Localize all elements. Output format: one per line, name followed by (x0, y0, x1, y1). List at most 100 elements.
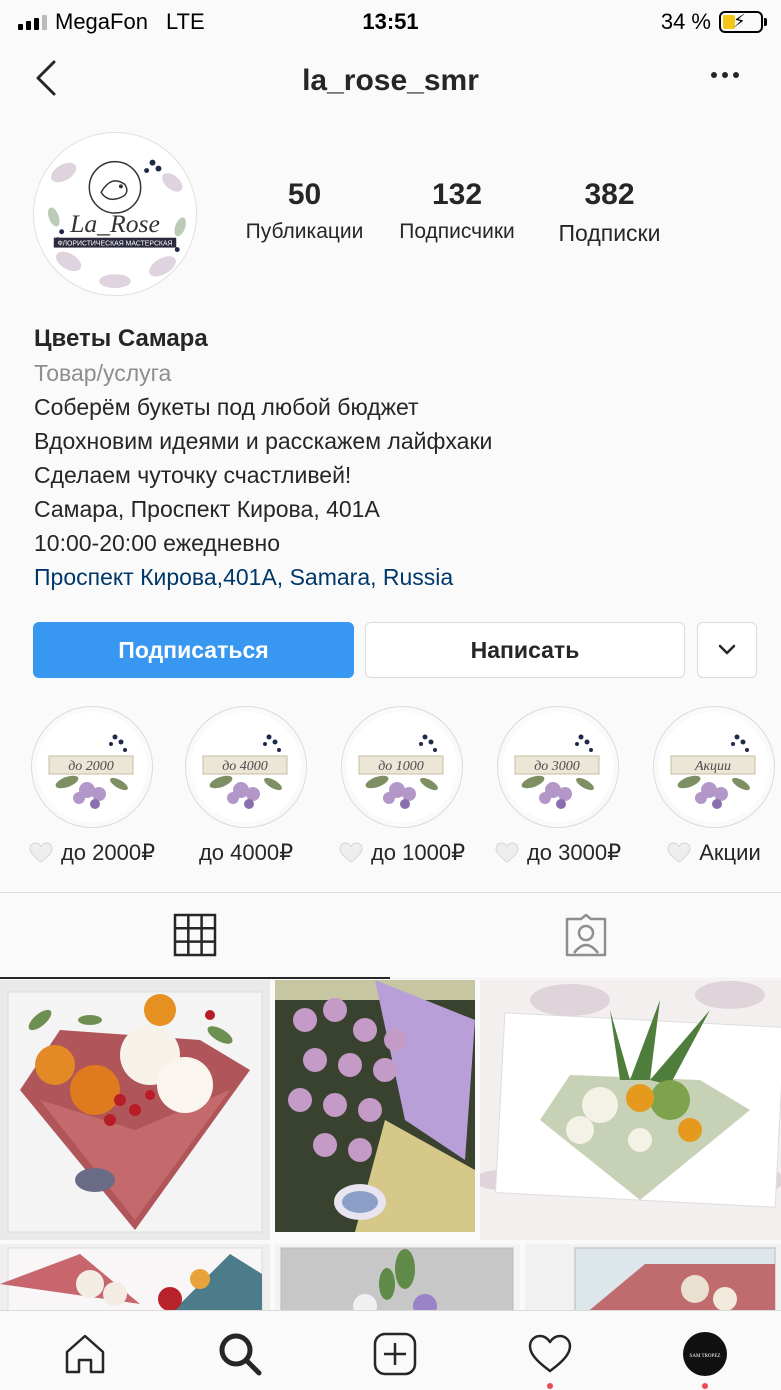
bouquet-collage-photo (480, 980, 781, 1240)
stat-followers[interactable]: 132 Подписчики (377, 178, 537, 247)
status-time: 13:51 (362, 9, 419, 34)
nav-new-post[interactable] (370, 1329, 420, 1379)
following-count: 382 (584, 178, 635, 211)
tab-grid[interactable] (0, 893, 390, 979)
bio-line: Вдохновим идеями и расскажем лайфхаки (34, 428, 493, 454)
white-heart-icon (667, 842, 691, 863)
bouquet-photo (0, 980, 270, 1240)
profile-bio: Цветы Самара Товар/услуга Соберём букеты… (34, 322, 754, 594)
status-left: MegaFon LTE (18, 9, 205, 35)
highlight-cover: до 1000 (341, 706, 463, 828)
highlight-flowers-image: Акции (670, 734, 756, 809)
stat-following[interactable]: 382 Подписки (537, 178, 682, 247)
white-heart-icon (29, 842, 53, 863)
bio-line: 10:00-20:00 ежедневно (34, 530, 280, 556)
highlight-label-row: до 4000₽ (166, 840, 326, 866)
svg-text:до 4000: до 4000 (222, 759, 268, 774)
status-right: 34 % ⚡ (660, 9, 767, 35)
post-thumbnail[interactable] (525, 1244, 781, 1310)
home-icon (65, 1334, 105, 1374)
svg-text:до 1000: до 1000 (378, 759, 424, 774)
svg-text:Акции: Акции (694, 759, 731, 774)
location-link[interactable]: Проспект Кирова,401A, Samara, Russia (34, 560, 754, 594)
highlight-cover: до 4000 (185, 706, 307, 828)
highlight-label: до 1000₽ (370, 840, 466, 865)
bouquet-photo (0, 1244, 270, 1310)
suggested-toggle-button[interactable] (697, 622, 757, 678)
svg-text:ФЛОРИСТИЧЕСКАЯ МАСТЕРСКАЯ: ФЛОРИСТИЧЕСКАЯ МАСТЕРСКАЯ (57, 241, 172, 248)
profile-stats: 50 Публикации 132 Подписчики 382 Подписк… (232, 178, 682, 247)
post-thumbnail[interactable] (0, 980, 270, 1240)
battery-icon: ⚡ (719, 11, 767, 33)
nav-home[interactable] (60, 1329, 110, 1379)
highlight-item[interactable]: до 4000 до 4000₽ (166, 706, 326, 866)
posts-label: Публикации (245, 220, 364, 243)
signal-icon (18, 14, 47, 30)
svg-text:до 2000: до 2000 (68, 759, 114, 774)
bouquet-photo (525, 1244, 781, 1310)
highlight-label-row: до 3000₽ (478, 840, 638, 866)
profile-tabs (0, 892, 781, 979)
story-highlights: до 2000 до 2000₽ до 4000 до 4000₽ до 1000 до … (0, 706, 781, 876)
add-post-icon (373, 1332, 417, 1376)
post-thumbnail[interactable] (0, 1244, 270, 1310)
tagged-person-icon (565, 913, 607, 956)
grid-icon (173, 913, 217, 957)
posts-grid (0, 980, 781, 1310)
highlight-label-row: Акции (634, 840, 781, 866)
highlight-label-row: до 1000₽ (322, 840, 482, 866)
highlight-item[interactable]: до 1000 до 1000₽ (322, 706, 482, 866)
highlight-flowers-image: до 3000 (514, 734, 600, 809)
highlight-flowers-image: до 2000 (48, 734, 134, 809)
followers-label: Подписчики (399, 220, 515, 243)
bio-line: Сделаем чуточку счастливей! (34, 462, 352, 488)
search-icon (219, 1333, 262, 1376)
following-label: Подписки (558, 220, 661, 246)
svg-text:SAM TROPEZ: SAM TROPEZ (690, 1354, 721, 1359)
post-thumbnail[interactable] (275, 980, 475, 1232)
nav-profile[interactable]: SAM TROPEZ (680, 1329, 730, 1389)
nav-activity[interactable] (525, 1329, 575, 1389)
battery-percent: 34 % (660, 9, 711, 34)
follow-button[interactable]: Подписаться (33, 622, 354, 678)
profile-category: Товар/услуга (34, 360, 172, 386)
highlight-item[interactable]: до 2000 до 2000₽ (12, 706, 172, 866)
status-bar: MegaFon LTE 13:51 34 % ⚡ (0, 0, 781, 44)
username-title: la_rose_smr (302, 64, 479, 97)
stat-posts[interactable]: 50 Публикации (232, 178, 377, 247)
svg-text:до 3000: до 3000 (534, 759, 580, 774)
post-thumbnail[interactable] (480, 980, 781, 1240)
profile-avatar-icon: SAM TROPEZ (683, 1332, 727, 1376)
highlight-cover: до 2000 (31, 706, 153, 828)
carrier-name: MegaFon (55, 9, 148, 34)
chrysanthemum-photo (275, 980, 475, 1232)
profile-avatar[interactable]: La_Rose ФЛОРИСТИЧЕСКАЯ МАСТЕРСКАЯ (33, 132, 197, 296)
highlight-label: до 3000₽ (526, 840, 622, 865)
white-heart-icon (339, 842, 363, 863)
more-options-button[interactable] (711, 72, 743, 82)
posts-count: 50 (287, 178, 322, 211)
activity-notification-dot (547, 1383, 553, 1389)
highlight-item[interactable]: Акции Акции (634, 706, 781, 866)
la-rose-logo: La_Rose ФЛОРИСТИЧЕСКАЯ МАСТЕРСКАЯ (35, 134, 195, 294)
svg-text:La_Rose: La_Rose (69, 209, 160, 238)
highlight-label: до 2000₽ (60, 840, 156, 865)
profile-header: la_rose_smr (0, 50, 781, 110)
profile-notification-dot (702, 1383, 708, 1389)
highlight-label: Акции (699, 840, 761, 865)
heart-icon (528, 1334, 572, 1373)
nav-search[interactable] (215, 1329, 265, 1379)
tab-tagged[interactable] (391, 893, 781, 979)
message-button[interactable]: Написать (365, 622, 685, 678)
chevron-down-icon (718, 644, 736, 655)
highlight-flowers-image: до 1000 (358, 734, 444, 809)
bio-line: Соберём букеты под любой бюджет (34, 394, 419, 420)
bottom-navigation: SAM TROPEZ (0, 1310, 781, 1390)
highlight-cover: до 3000 (497, 706, 619, 828)
highlight-item[interactable]: до 3000 до 3000₽ (478, 706, 638, 866)
highlight-label-row: до 2000₽ (12, 840, 172, 866)
post-thumbnail[interactable] (275, 1244, 520, 1310)
network-type: LTE (165, 9, 205, 34)
highlight-cover: Акции (653, 706, 775, 828)
highlight-label: до 4000₽ (198, 840, 294, 865)
